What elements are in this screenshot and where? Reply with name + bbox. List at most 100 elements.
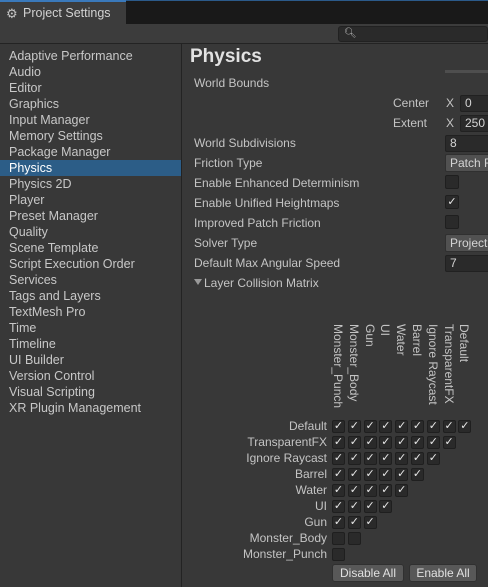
sidebar-item-textmesh-pro[interactable]: TextMesh Pro xyxy=(0,304,181,320)
matrix-checkbox[interactable]: ✓ xyxy=(363,420,377,433)
sidebar-item-audio[interactable]: Audio xyxy=(0,64,181,80)
matrix-column-label: Water xyxy=(394,324,409,356)
matrix-checkbox[interactable]: ✓ xyxy=(347,500,361,513)
matrix-checkbox[interactable]: ✓ xyxy=(332,484,345,497)
sidebar-item-graphics[interactable]: Graphics xyxy=(0,96,181,112)
matrix-checkbox[interactable]: ✓ xyxy=(379,452,393,465)
foldout-arrow-icon[interactable] xyxy=(194,279,202,285)
matrix-checkbox[interactable]: ✓ xyxy=(347,452,361,465)
matrix-checkbox[interactable]: ✓ xyxy=(332,500,345,513)
matrix-checkbox[interactable]: ✓ xyxy=(379,420,393,433)
collision-matrix-foldout[interactable]: Layer Collision Matrix xyxy=(204,276,319,290)
matrix-checkbox[interactable]: ✓ xyxy=(363,500,377,513)
matrix-checkbox[interactable]: ✓ xyxy=(332,516,345,529)
matrix-checkbox[interactable]: ✓ xyxy=(442,436,456,449)
sidebar-item-memory-settings[interactable]: Memory Settings xyxy=(0,128,181,144)
matrix-column-label: Gun xyxy=(362,324,377,347)
solver-type-dropdown[interactable]: Project xyxy=(445,234,488,252)
sidebar-item-package-manager[interactable]: Package Manager xyxy=(0,144,181,160)
matrix-checkbox[interactable]: ✓ xyxy=(458,420,472,433)
matrix-checkbox[interactable]: ✓ xyxy=(442,420,456,433)
tab-project-settings[interactable]: ⚙ Project Settings xyxy=(0,0,126,24)
extent-x-axis-label[interactable]: X xyxy=(446,116,454,130)
enhanced-determinism-checkbox[interactable] xyxy=(445,175,459,189)
matrix-row-label: Barrel xyxy=(294,467,327,481)
gear-icon: ⚙ xyxy=(6,5,18,21)
matrix-checkbox[interactable]: ✓ xyxy=(426,436,440,449)
matrix-checkbox[interactable]: ✓ xyxy=(379,468,393,481)
matrix-checkbox[interactable]: ✓ xyxy=(379,500,393,513)
sidebar-item-physics-2d[interactable]: Physics 2D xyxy=(0,176,181,192)
sidebar-item-player[interactable]: Player xyxy=(0,192,181,208)
sidebar-item-input-manager[interactable]: Input Manager xyxy=(0,112,181,128)
matrix-checkbox[interactable]: ✓ xyxy=(426,452,440,465)
matrix-checkbox[interactable]: ✓ xyxy=(332,468,345,481)
improved-patch-friction-checkbox[interactable] xyxy=(445,215,459,229)
sidebar-item-ui-builder[interactable]: UI Builder xyxy=(0,352,181,368)
disable-all-button[interactable]: Disable All xyxy=(332,564,404,582)
matrix-checkbox[interactable]: ✓ xyxy=(332,420,345,433)
center-x-field[interactable]: 0 xyxy=(460,95,488,112)
sidebar-item-scene-template[interactable]: Scene Template xyxy=(0,240,181,256)
matrix-column-label: Default xyxy=(457,324,472,363)
matrix-checkbox[interactable]: ✓ xyxy=(347,484,361,497)
matrix-checkbox[interactable]: ✓ xyxy=(347,420,361,433)
matrix-checkbox[interactable]: ✓ xyxy=(363,516,377,529)
matrix-checkbox[interactable]: ✓ xyxy=(363,452,377,465)
matrix-checkbox[interactable] xyxy=(347,532,361,545)
tab-bar: ⚙ Project Settings xyxy=(0,0,488,24)
enable-all-button[interactable]: Enable All xyxy=(409,564,477,582)
matrix-checkbox[interactable]: ✓ xyxy=(363,484,377,497)
matrix-row-label: Ignore Raycast xyxy=(246,451,327,465)
enhanced-determinism-label: Enable Enhanced Determinism xyxy=(194,176,360,190)
sidebar-item-xr-plugin-management[interactable]: XR Plugin Management xyxy=(0,400,181,416)
max-angular-speed-field[interactable]: 7 xyxy=(445,255,488,272)
world-subdivisions-field[interactable]: 8 xyxy=(445,135,488,152)
search-input[interactable]: 🔍︎ xyxy=(338,26,488,42)
sidebar-item-preset-manager[interactable]: Preset Manager xyxy=(0,208,181,224)
matrix-checkbox[interactable]: ✓ xyxy=(347,436,361,449)
matrix-checkbox[interactable]: ✓ xyxy=(332,452,345,465)
matrix-checkbox[interactable]: ✓ xyxy=(395,420,409,433)
matrix-checkbox[interactable]: ✓ xyxy=(347,516,361,529)
matrix-checkbox[interactable]: ✓ xyxy=(363,468,377,481)
matrix-row-label: UI xyxy=(315,499,327,513)
sidebar-item-script-execution-order[interactable]: Script Execution Order xyxy=(0,256,181,272)
matrix-checkbox[interactable]: ✓ xyxy=(379,484,393,497)
matrix-checkbox[interactable] xyxy=(332,532,345,545)
search-row: 🔍︎ xyxy=(0,24,488,44)
matrix-checkbox[interactable]: ✓ xyxy=(411,468,424,481)
matrix-checkbox[interactable]: ✓ xyxy=(426,420,440,433)
matrix-checkbox[interactable]: ✓ xyxy=(395,484,409,497)
sidebar-item-tags-and-layers[interactable]: Tags and Layers xyxy=(0,288,181,304)
matrix-checkbox[interactable]: ✓ xyxy=(379,436,393,449)
sidebar-item-time[interactable]: Time xyxy=(0,320,181,336)
sidebar-item-visual-scripting[interactable]: Visual Scripting xyxy=(0,384,181,400)
sidebar-item-quality[interactable]: Quality xyxy=(0,224,181,240)
center-x-axis-label[interactable]: X xyxy=(446,96,454,110)
matrix-column-label: Monster_Punch xyxy=(331,324,345,409)
sidebar-item-version-control[interactable]: Version Control xyxy=(0,368,181,384)
sidebar-item-adaptive-performance[interactable]: Adaptive Performance xyxy=(0,48,181,64)
sidebar-item-timeline[interactable]: Timeline xyxy=(0,336,181,352)
matrix-checkbox[interactable]: ✓ xyxy=(411,436,424,449)
matrix-checkbox[interactable]: ✓ xyxy=(411,452,424,465)
matrix-checkbox[interactable]: ✓ xyxy=(347,468,361,481)
matrix-checkbox[interactable] xyxy=(332,548,345,561)
sidebar-item-editor[interactable]: Editor xyxy=(0,80,181,96)
sidebar-item-physics[interactable]: Physics xyxy=(0,160,181,176)
unified-heightmaps-checkbox[interactable]: ✓ xyxy=(445,195,459,209)
matrix-row-label: Water xyxy=(295,483,327,497)
matrix-column-label: Monster_Body xyxy=(346,324,361,402)
sidebar-item-services[interactable]: Services xyxy=(0,272,181,288)
matrix-checkbox[interactable]: ✓ xyxy=(395,436,409,449)
extent-x-field[interactable]: 250 xyxy=(460,115,488,132)
scrolled-field-edge xyxy=(445,70,488,73)
matrix-checkbox[interactable]: ✓ xyxy=(395,468,409,481)
matrix-checkbox[interactable]: ✓ xyxy=(411,420,424,433)
friction-type-dropdown[interactable]: Patch F xyxy=(445,154,488,172)
matrix-checkbox[interactable]: ✓ xyxy=(395,452,409,465)
matrix-checkbox[interactable]: ✓ xyxy=(332,436,345,449)
matrix-row-label: Monster_Punch xyxy=(242,547,327,561)
matrix-checkbox[interactable]: ✓ xyxy=(363,436,377,449)
